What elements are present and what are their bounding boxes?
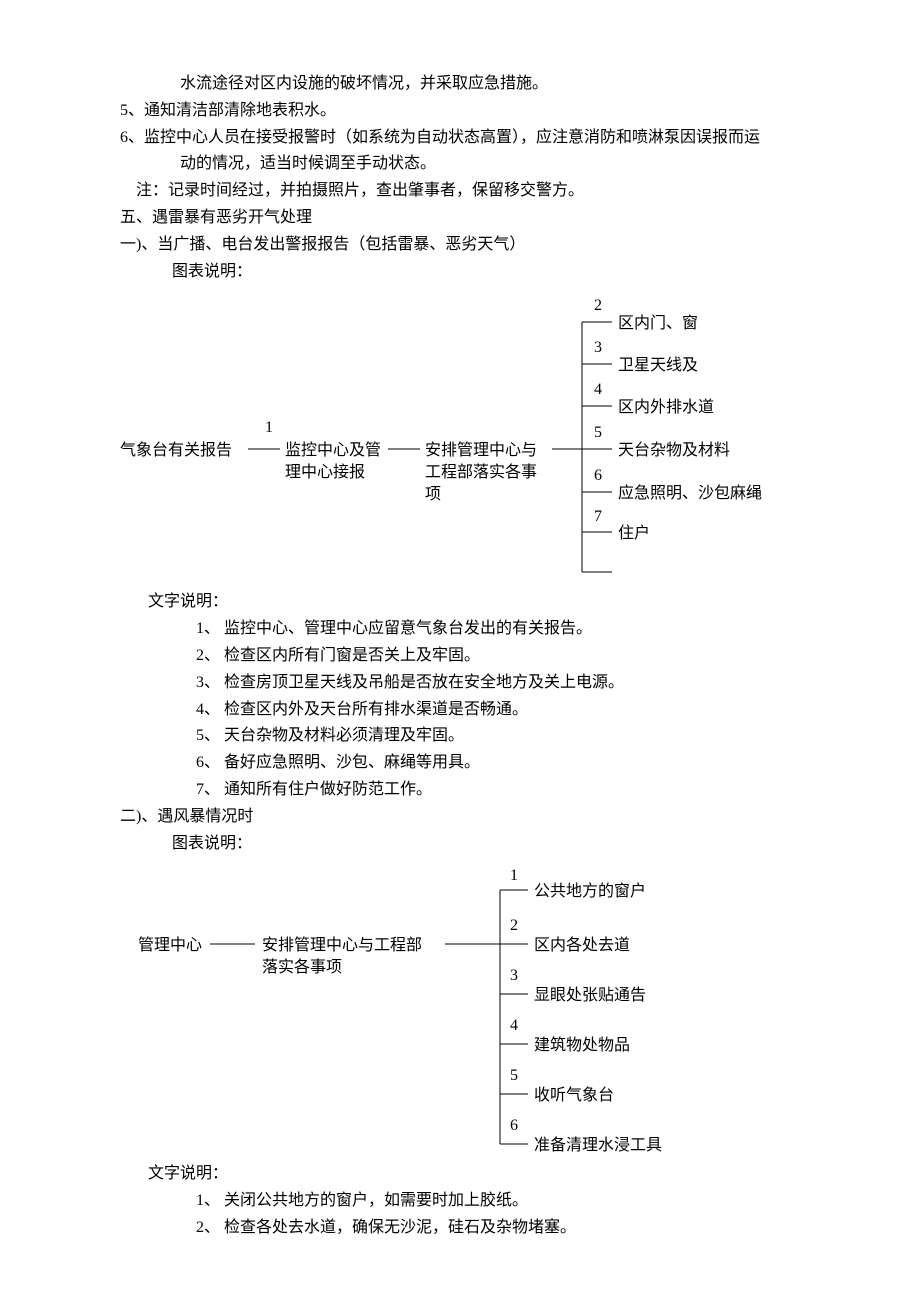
diagram-number: 2	[594, 294, 602, 319]
list-item: 2、 检查各处去水道，确保无沙泥，硅石及杂物堵塞。	[196, 1216, 810, 1241]
text-label: 文字说明：	[148, 590, 810, 615]
list-item: 1、 关闭公共地方的窗户，如需要时加上胶纸。	[196, 1189, 810, 1214]
diagram-node: 理中心接报	[285, 461, 365, 486]
page-content: 水流途径对区内设施的破坏情况，并采取应急措施。 5、通知清洁部清除地表积水。 6…	[120, 70, 810, 1243]
diagram-leaf: 区内门、窗	[618, 312, 698, 337]
diagram-leaf: 收听气象台	[534, 1084, 614, 1109]
diagram-number: 2	[510, 914, 518, 939]
diagram-number: 6	[510, 1114, 518, 1139]
list-item: 5、 天台杂物及材料必须清理及牢固。	[196, 724, 810, 749]
diagram-leaf: 区内各处去道	[534, 934, 630, 959]
list-item: 4、 检查区内外及天台所有排水渠道是否畅通。	[196, 698, 810, 723]
list-item: 1、 监控中心、管理中心应留意气象台发出的有关报告。	[196, 617, 810, 642]
list-item: 6、监控中心人员在接受报警时（如系统为自动状态高置），应注意消防和喷淋泵因误报而…	[120, 126, 810, 151]
diagram-node: 项	[425, 483, 441, 508]
diagram-number: 5	[510, 1064, 518, 1089]
diagram-leaf: 准备清理水浸工具	[534, 1134, 662, 1159]
diagram-leaf: 建筑物处物品	[534, 1034, 630, 1059]
diagram-leaf: 天台杂物及材料	[618, 439, 730, 464]
diagram-leaf: 应急照明、沙包麻绳	[618, 482, 762, 507]
diagram-node: 落实各事项	[262, 956, 342, 981]
subheading: 二)、遇风暴情况时	[120, 805, 810, 830]
diagram-number: 1	[510, 864, 518, 889]
diagram-leaf: 卫星天线及	[618, 354, 698, 379]
diagram-2: 管理中心 安排管理中心与工程部 落实各事项 1 公共地方的窗户 2 区内各处去道…	[120, 866, 810, 1156]
list-item: 6、 备好应急照明、沙包、麻绳等用具。	[196, 751, 810, 776]
diagram-leaf: 区内外排水道	[618, 396, 714, 421]
diagram-number: 1	[265, 416, 273, 441]
diagram-number: 4	[510, 1014, 518, 1039]
diagram-number: 6	[594, 464, 602, 489]
paragraph: 水流途径对区内设施的破坏情况，并采取应急措施。	[148, 72, 810, 97]
note: 注：记录时间经过，并拍摄照片，查出肇事者，保留移交警方。	[120, 179, 810, 204]
diagram-node: 工程部落实各事	[425, 461, 537, 486]
heading-5: 五、遇雷暴有恶劣开气处理	[120, 206, 810, 231]
chart-label: 图表说明：	[172, 260, 810, 285]
text-label: 文字说明：	[148, 1162, 810, 1187]
diagram-leaf: 住户	[618, 522, 650, 547]
list-item: 3、 检查房顶卫星天线及吊船是否放在安全地方及关上电源。	[196, 671, 810, 696]
diagram-2-lines	[120, 866, 810, 1156]
list-item: 2、 检查区内所有门窗是否关上及牢固。	[196, 644, 810, 669]
diagram-node: 气象台有关报告	[120, 439, 232, 464]
diagram-1: 气象台有关报告 1 监控中心及管 理中心接报 安排管理中心与 工程部落实各事 项…	[120, 294, 810, 584]
diagram-number: 7	[594, 505, 602, 530]
subheading: 一)、当广播、电台发出警报报告（包括雷暴、恶劣天气）	[120, 233, 810, 258]
list-item: 7、 通知所有住户做好防范工作。	[196, 778, 810, 803]
list-item: 5、通知清洁部清除地表积水。	[120, 99, 810, 124]
diagram-node: 管理中心	[138, 934, 202, 959]
diagram-leaf: 公共地方的窗户	[534, 880, 646, 905]
list-item-cont: 动的情况，适当时候调至手动状态。	[148, 152, 810, 177]
diagram-number: 5	[594, 421, 602, 446]
diagram-number: 3	[594, 336, 602, 361]
diagram-leaf: 显眼处张贴通告	[534, 984, 646, 1009]
diagram-number: 3	[510, 964, 518, 989]
diagram-number: 4	[594, 378, 602, 403]
chart-label: 图表说明：	[172, 832, 810, 857]
